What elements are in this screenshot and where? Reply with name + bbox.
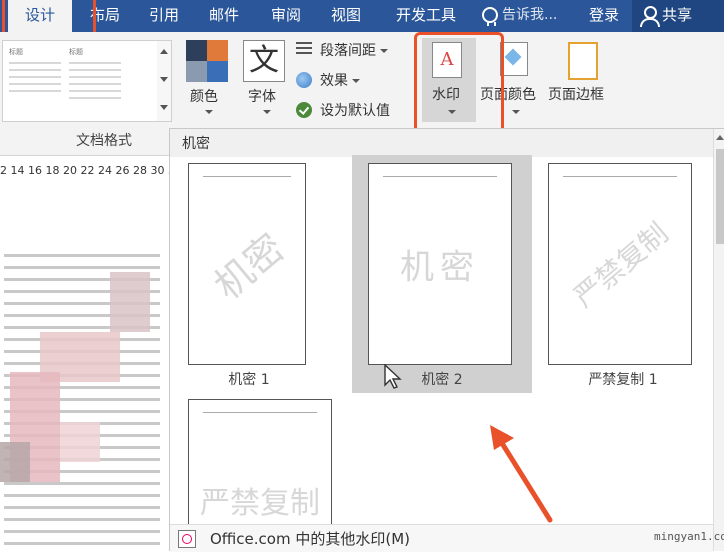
- lightbulb-icon: [482, 7, 498, 26]
- tab-view[interactable]: 视图: [322, 0, 370, 32]
- watermark-preview-text: 严禁复制: [200, 486, 320, 521]
- page-borders-button[interactable]: 页面边框: [548, 84, 604, 104]
- tab-developer[interactable]: 开发工具: [386, 0, 466, 32]
- watermark-option-no-copy-1[interactable]: 严禁复制 严禁复制 1: [548, 163, 698, 389]
- tab-mailings[interactable]: 邮件: [200, 0, 248, 32]
- chevron-down-icon: [380, 49, 388, 53]
- watermark-option-label: 机密 2: [421, 372, 463, 388]
- chevron-down-icon[interactable]: [512, 110, 520, 114]
- paragraph-spacing-button[interactable]: 段落间距: [320, 40, 388, 60]
- colors-button[interactable]: 颜色: [190, 86, 218, 106]
- scroll-down-icon[interactable]: [160, 77, 168, 82]
- site-watermark: mingyan1.com: [654, 530, 724, 543]
- section-label: 机密: [182, 136, 210, 152]
- set-default-button[interactable]: 设为默认值: [320, 100, 390, 120]
- mouse-cursor-icon: [384, 364, 402, 389]
- paragraph-spacing-label: 段落间距: [320, 43, 376, 59]
- watermark-option-confidential-1[interactable]: 机密 机密 1: [178, 163, 320, 389]
- effects-label: 效果: [320, 73, 348, 89]
- style-thumb-title: 标题: [9, 48, 23, 56]
- document-page[interactable]: [0, 182, 170, 550]
- watermark-option-label: 严禁复制 1: [588, 372, 658, 388]
- group-label-document-formatting: 文档格式: [76, 133, 132, 149]
- watermark-gallery-panel: 机密 机密 机密 1 机密 机密 2 严禁复制 严禁复制 1 严禁复制 Offi…: [169, 128, 724, 552]
- style-set-gallery[interactable]: 标题 标题: [2, 40, 159, 122]
- style-thumb[interactable]: 标题: [65, 45, 125, 115]
- more-watermarks-label: Office.com 中的其他水印(M): [210, 530, 411, 548]
- gallery-scroll[interactable]: [157, 40, 172, 122]
- paragraph-spacing-icon: [296, 42, 312, 58]
- watermark-preview: 严禁复制: [548, 163, 692, 365]
- watermark-option-confidential-2[interactable]: 机密 机密 2: [352, 155, 532, 393]
- chevron-down-icon[interactable]: [205, 110, 213, 114]
- tab-review[interactable]: 审阅: [262, 0, 310, 32]
- effects-button[interactable]: 效果: [320, 70, 360, 90]
- watermark-option-no-copy-2[interactable]: 严禁复制: [188, 399, 334, 541]
- fonts-icon[interactable]: 文: [243, 40, 285, 82]
- watermark-preview: 严禁复制: [188, 399, 332, 541]
- login-link[interactable]: 登录: [584, 0, 624, 32]
- page-color-icon[interactable]: [500, 42, 528, 76]
- more-watermarks-item[interactable]: Office.com 中的其他水印(M): [170, 524, 713, 552]
- watermark-preview-text: 机密: [205, 225, 293, 308]
- scroll-up-icon[interactable]: [160, 49, 168, 54]
- watermark-preview: 机密: [368, 163, 512, 365]
- watermark-preview-text: 机密: [400, 247, 480, 288]
- annotation-arrow-icon: [490, 425, 553, 523]
- watermark-option-label: 机密 1: [228, 372, 270, 388]
- chevron-down-icon: [352, 79, 360, 83]
- style-thumb[interactable]: 标题: [5, 45, 65, 115]
- watermark-preview-text: 严禁复制: [567, 216, 675, 314]
- watermark-preview: 机密: [188, 163, 306, 365]
- tab-references[interactable]: 引用: [140, 0, 188, 32]
- ruler: 2 14 16 18 20 22 24 26 28 30 32 34: [0, 160, 170, 182]
- checkmark-icon: [296, 102, 312, 118]
- panel-scrollbar[interactable]: [713, 129, 724, 551]
- office-online-icon: [178, 530, 196, 548]
- tell-me-box[interactable]: 告诉我...: [502, 0, 572, 32]
- ribbon-tab-bar: 设计 布局 引用 邮件 审阅 视图 开发工具 告诉我... 登录 共享: [0, 0, 724, 32]
- palette-icon[interactable]: [186, 40, 228, 82]
- effects-icon: [296, 72, 312, 88]
- chevron-down-icon[interactable]: [263, 110, 271, 114]
- page-border-icon[interactable]: [568, 42, 598, 80]
- scroll-thumb[interactable]: [716, 149, 724, 244]
- style-thumb-title: 标题: [69, 48, 83, 56]
- scroll-up-icon[interactable]: [716, 135, 724, 140]
- panel-header: 机密: [170, 129, 713, 157]
- fonts-button[interactable]: 字体: [248, 86, 276, 106]
- person-icon: [640, 6, 660, 27]
- share-button[interactable]: 共享: [632, 0, 724, 32]
- gallery-more-icon[interactable]: [160, 105, 168, 110]
- share-label: 共享: [662, 6, 693, 24]
